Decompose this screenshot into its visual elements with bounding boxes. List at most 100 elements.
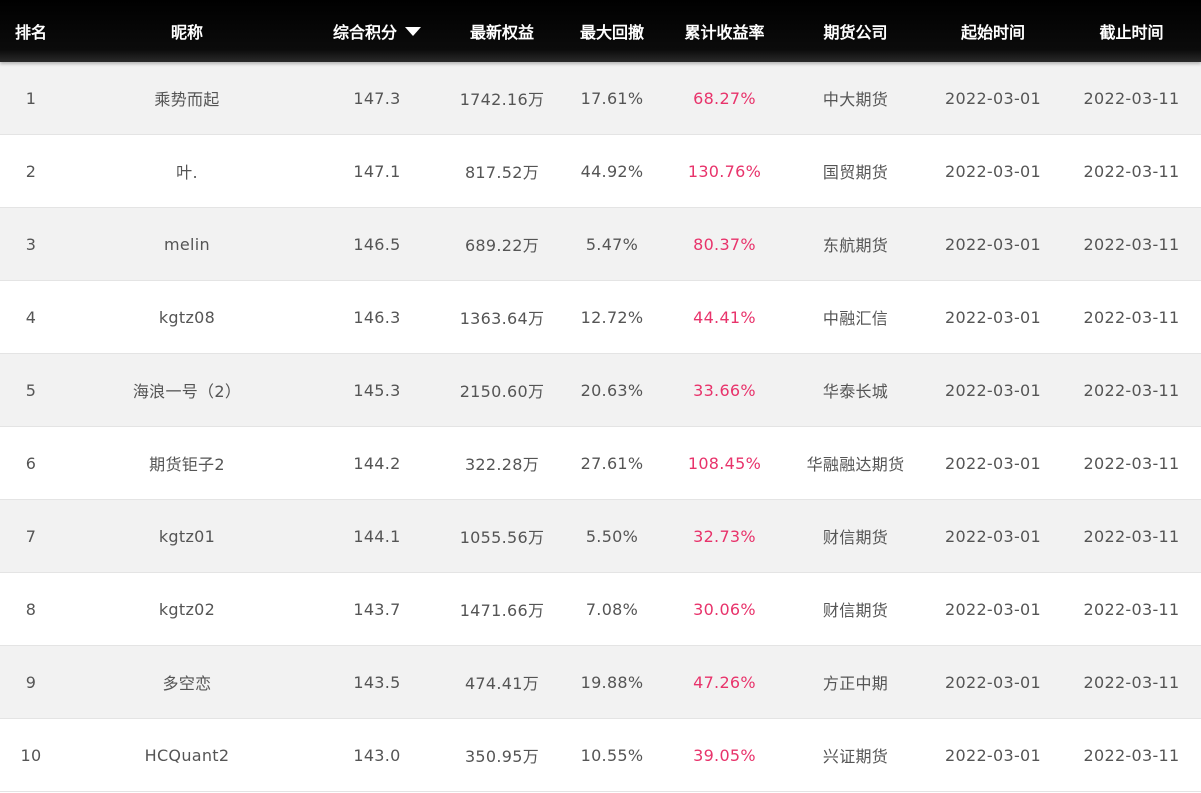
end-date-cell: 2022-03-11 bbox=[1083, 307, 1180, 327]
nickname-cell[interactable]: 乘势而起 bbox=[62, 86, 312, 110]
nickname-cell[interactable]: 期货钜子2 bbox=[62, 451, 312, 475]
end-date-cell: 2022-03-11 bbox=[1083, 672, 1180, 692]
table-row[interactable]: 9 多空恋 143.5 474.41万 19.88% 47.26% 方正中期 2022-03-… bbox=[0, 646, 1201, 719]
drawdown-cell: 17.61% bbox=[580, 88, 644, 108]
end-date-cell: 2022-03-11 bbox=[1083, 453, 1180, 473]
table-row[interactable]: 6 期货钜子2 144.2 322.28万 27.61% 108.45% 华融融达期货 202… bbox=[0, 427, 1201, 500]
score-cell: 144.2 bbox=[353, 453, 401, 473]
column-header-start[interactable]: 起始时间 bbox=[924, 0, 1062, 62]
drawdown-cell: 5.47% bbox=[585, 234, 639, 254]
equity-cell: 1471.66万 bbox=[459, 601, 545, 620]
return-cell: 130.76% bbox=[687, 161, 762, 181]
start-date-cell: 2022-03-01 bbox=[945, 526, 1041, 546]
equity-cell: 322.28万 bbox=[464, 455, 540, 474]
drawdown-cell: 20.63% bbox=[580, 380, 644, 400]
nickname-cell[interactable]: kgtz08 bbox=[62, 308, 312, 327]
equity-cell: 350.95万 bbox=[464, 747, 540, 766]
rank-cell: 8 bbox=[25, 599, 37, 619]
company-cell: 华泰长城 bbox=[822, 382, 889, 401]
return-cell: 80.37% bbox=[693, 234, 756, 254]
rank-cell: 5 bbox=[25, 380, 37, 400]
table-row[interactable]: 3 melin 146.5 689.22万 5.47% 80.37% 东航期货 2022-03… bbox=[0, 208, 1201, 281]
drawdown-cell: 7.08% bbox=[585, 599, 639, 619]
nickname-cell[interactable]: melin bbox=[62, 235, 312, 254]
table-body: 1 乘势而起 147.3 1742.16万 17.61% 68.27% 中大期货 2022-0… bbox=[0, 62, 1201, 792]
start-date-cell: 2022-03-01 bbox=[945, 599, 1041, 619]
company-cell: 财信期货 bbox=[822, 528, 889, 547]
return-cell: 39.05% bbox=[693, 745, 756, 765]
score-cell: 147.3 bbox=[353, 88, 401, 108]
score-cell: 146.5 bbox=[353, 234, 401, 254]
end-date-cell: 2022-03-11 bbox=[1083, 88, 1180, 108]
table-row[interactable]: 4 kgtz08 146.3 1363.64万 12.72% 44.41% 中融汇信 2022… bbox=[0, 281, 1201, 354]
rank-cell: 4 bbox=[25, 307, 37, 327]
return-cell: 32.73% bbox=[693, 526, 756, 546]
return-cell: 108.45% bbox=[687, 453, 762, 473]
return-cell: 68.27% bbox=[693, 88, 756, 108]
column-header-nickname[interactable]: 昵称 bbox=[62, 0, 312, 62]
nickname-cell[interactable]: kgtz02 bbox=[62, 600, 312, 619]
company-cell: 中融汇信 bbox=[822, 309, 889, 328]
return-cell: 44.41% bbox=[693, 307, 756, 327]
column-header-rank[interactable]: 排名 bbox=[0, 0, 62, 62]
score-cell: 144.1 bbox=[353, 526, 401, 546]
company-cell: 国贸期货 bbox=[822, 163, 889, 182]
score-cell: 145.3 bbox=[353, 380, 401, 400]
column-header-return[interactable]: 累计收益率 bbox=[662, 0, 787, 62]
equity-cell: 1363.64万 bbox=[459, 309, 545, 328]
column-header-equity[interactable]: 最新权益 bbox=[442, 0, 562, 62]
rank-cell: 7 bbox=[25, 526, 37, 546]
start-date-cell: 2022-03-01 bbox=[945, 672, 1041, 692]
column-header-drawdown[interactable]: 最大回撤 bbox=[562, 0, 662, 62]
column-header-end[interactable]: 截止时间 bbox=[1062, 0, 1201, 62]
score-cell: 143.7 bbox=[353, 599, 401, 619]
company-cell: 中大期货 bbox=[822, 90, 889, 109]
table-header: 排名 昵称 综合积分 最新权益 最大回撤 累计收益率 期货公司 起始时间 截止时… bbox=[0, 0, 1201, 62]
start-date-cell: 2022-03-01 bbox=[945, 161, 1041, 181]
company-cell: 华融融达期货 bbox=[806, 455, 905, 474]
rank-cell: 6 bbox=[25, 453, 37, 473]
equity-cell: 1055.56万 bbox=[459, 528, 545, 547]
end-date-cell: 2022-03-11 bbox=[1083, 234, 1180, 254]
nickname-cell[interactable]: 叶. bbox=[62, 159, 312, 183]
drawdown-cell: 12.72% bbox=[580, 307, 644, 327]
score-cell: 147.1 bbox=[353, 161, 401, 181]
nickname-cell[interactable]: 海浪一号（2） bbox=[62, 378, 312, 402]
company-cell: 财信期货 bbox=[822, 601, 889, 620]
score-cell: 143.5 bbox=[353, 672, 401, 692]
end-date-cell: 2022-03-11 bbox=[1083, 380, 1180, 400]
end-date-cell: 2022-03-11 bbox=[1083, 526, 1180, 546]
score-cell: 146.3 bbox=[353, 307, 401, 327]
sort-desc-icon[interactable] bbox=[405, 27, 421, 36]
nickname-cell[interactable]: HCQuant2 bbox=[62, 746, 312, 765]
equity-cell: 1742.16万 bbox=[459, 90, 545, 109]
company-cell: 兴证期货 bbox=[822, 747, 889, 766]
drawdown-cell: 27.61% bbox=[580, 453, 644, 473]
nickname-cell[interactable]: kgtz01 bbox=[62, 527, 312, 546]
start-date-cell: 2022-03-01 bbox=[945, 453, 1041, 473]
drawdown-cell: 19.88% bbox=[580, 672, 644, 692]
table-row[interactable]: 5 海浪一号（2） 145.3 2150.60万 20.63% 33.66% 华泰长城 202… bbox=[0, 354, 1201, 427]
score-cell: 143.0 bbox=[353, 745, 401, 765]
start-date-cell: 2022-03-01 bbox=[945, 745, 1041, 765]
company-cell: 方正中期 bbox=[822, 674, 889, 693]
table-row[interactable]: 7 kgtz01 144.1 1055.56万 5.50% 32.73% 财信期货 2022-… bbox=[0, 500, 1201, 573]
return-cell: 30.06% bbox=[693, 599, 756, 619]
table-row[interactable]: 1 乘势而起 147.3 1742.16万 17.61% 68.27% 中大期货 2022-0… bbox=[0, 62, 1201, 135]
table-row[interactable]: 10 HCQuant2 143.0 350.95万 10.55% 39.05% 兴证期货 20… bbox=[0, 719, 1201, 792]
column-header-company[interactable]: 期货公司 bbox=[787, 0, 924, 62]
start-date-cell: 2022-03-01 bbox=[945, 307, 1041, 327]
return-cell: 33.66% bbox=[693, 380, 756, 400]
column-header-score[interactable]: 综合积分 bbox=[312, 0, 442, 62]
equity-cell: 817.52万 bbox=[464, 163, 540, 182]
return-cell: 47.26% bbox=[693, 672, 756, 692]
table-row[interactable]: 8 kgtz02 143.7 1471.66万 7.08% 30.06% 财信期货 2022-… bbox=[0, 573, 1201, 646]
equity-cell: 2150.60万 bbox=[459, 382, 545, 401]
start-date-cell: 2022-03-01 bbox=[945, 88, 1041, 108]
table-row[interactable]: 2 叶. 147.1 817.52万 44.92% 130.76% 国贸期货 2022-03-… bbox=[0, 135, 1201, 208]
start-date-cell: 2022-03-01 bbox=[945, 380, 1041, 400]
drawdown-cell: 10.55% bbox=[580, 745, 644, 765]
nickname-cell[interactable]: 多空恋 bbox=[62, 670, 312, 694]
column-header-score-label: 综合积分 bbox=[332, 23, 397, 42]
end-date-cell: 2022-03-11 bbox=[1083, 599, 1180, 619]
